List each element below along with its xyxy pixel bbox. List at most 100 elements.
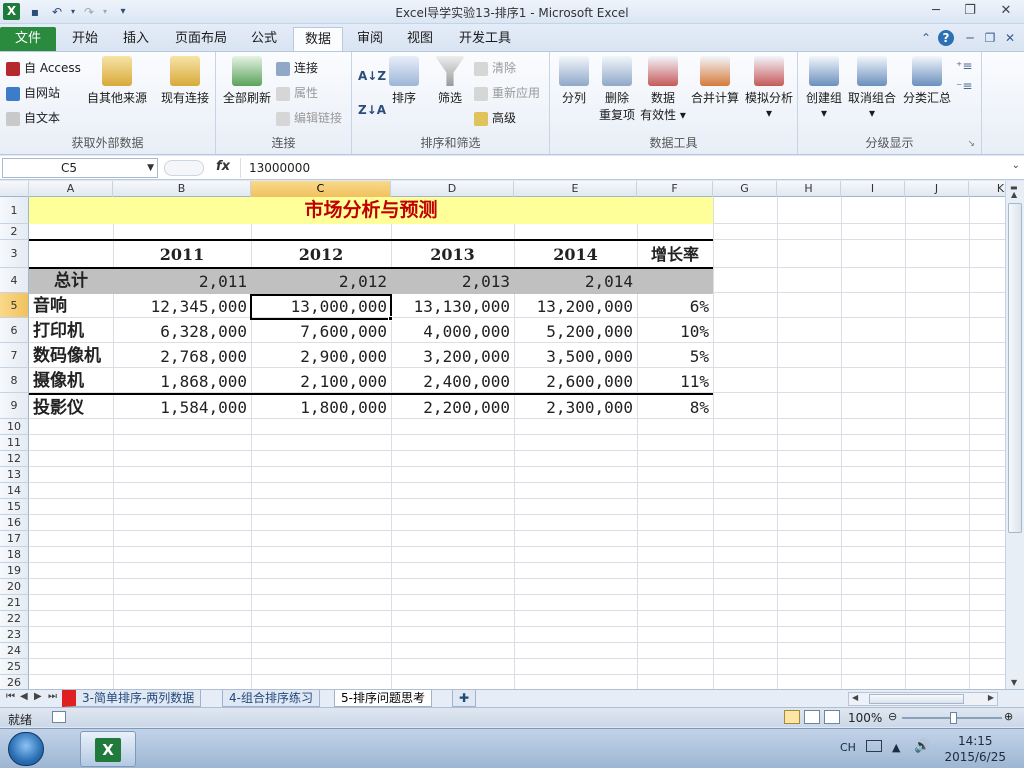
- growth-rate-cell[interactable]: 11%: [637, 369, 713, 394]
- system-clock[interactable]: 14:15 2015/6/25: [944, 733, 1006, 765]
- remove-duplicates-button[interactable]: 删除 重复项: [596, 56, 638, 123]
- show-hidden-icons-icon[interactable]: ▲: [892, 741, 900, 754]
- year-header-2011[interactable]: 2011: [113, 241, 251, 268]
- dialog-launcher-icon[interactable]: ↘: [967, 139, 975, 149]
- workbook-minimize-icon[interactable]: ─: [962, 30, 978, 46]
- show-detail-icon[interactable]: ⁺≡: [956, 56, 972, 76]
- row-header[interactable]: 2: [0, 224, 29, 240]
- zoom-in-icon[interactable]: ⊕: [1004, 710, 1013, 723]
- row-header[interactable]: 11: [0, 435, 29, 451]
- formula-input[interactable]: 13000000: [240, 158, 1004, 178]
- tab-data[interactable]: 数据: [293, 27, 343, 52]
- tab-insert[interactable]: 插入: [112, 27, 160, 51]
- row-header[interactable]: 10: [0, 419, 29, 435]
- reapply-button[interactable]: 重新应用: [474, 83, 540, 103]
- sales-value-cell[interactable]: 1,800,000: [251, 395, 391, 421]
- row-header[interactable]: 26: [0, 675, 29, 689]
- column-header-i[interactable]: I: [841, 181, 905, 197]
- vertical-scroll-thumb[interactable]: [1008, 203, 1022, 533]
- sales-value-cell[interactable]: 5,200,000: [514, 319, 637, 344]
- row-header[interactable]: 4: [0, 268, 29, 293]
- sales-value-cell[interactable]: 7,600,000: [251, 319, 391, 344]
- row-header[interactable]: 24: [0, 643, 29, 659]
- sales-value-cell[interactable]: 2,768,000: [113, 344, 251, 369]
- sales-value-cell[interactable]: 1,868,000: [113, 369, 251, 394]
- clear-filter-button[interactable]: 清除: [474, 58, 516, 78]
- from-web-button[interactable]: 自网站: [6, 83, 60, 103]
- total-2011[interactable]: 2,011: [113, 269, 251, 294]
- collapse-ribbon-icon[interactable]: ⌃: [918, 30, 934, 46]
- row-header[interactable]: 6: [0, 318, 29, 343]
- from-access-button[interactable]: 自 Access: [6, 58, 81, 78]
- formula-bar-handle[interactable]: [164, 160, 204, 176]
- row-header[interactable]: 22: [0, 611, 29, 627]
- sort-ascending-button[interactable]: A↓Z: [358, 66, 386, 86]
- language-indicator[interactable]: CH: [840, 741, 856, 754]
- total-2012[interactable]: 2,012: [251, 269, 391, 294]
- edit-links-button[interactable]: 编辑链接: [276, 108, 342, 128]
- year-header-2014[interactable]: 2014: [514, 241, 637, 268]
- advanced-filter-button[interactable]: 高级: [474, 108, 516, 128]
- vertical-scrollbar[interactable]: ▬ ▲ ▼: [1005, 181, 1024, 689]
- name-box[interactable]: C5 ▼: [2, 158, 158, 178]
- hide-detail-icon[interactable]: ⁻≡: [956, 76, 972, 96]
- maximize-button[interactable]: ❐: [956, 2, 984, 20]
- column-header-a[interactable]: A: [29, 181, 113, 197]
- product-label[interactable]: 数码像机: [29, 344, 113, 369]
- sales-value-cell[interactable]: 13,200,000: [514, 294, 637, 319]
- row-header[interactable]: 3: [0, 240, 29, 268]
- sales-value-cell[interactable]: 2,400,000: [391, 369, 514, 394]
- horizontal-scrollbar[interactable]: ◀ ▶: [848, 692, 998, 706]
- column-header-b[interactable]: B: [113, 181, 251, 197]
- sales-value-cell[interactable]: 12,345,000: [113, 294, 251, 319]
- consolidate-button[interactable]: 合并计算: [688, 56, 742, 106]
- macro-record-icon[interactable]: [52, 711, 66, 723]
- total-2014[interactable]: 2,014: [514, 269, 637, 294]
- scroll-up-icon[interactable]: ▲: [1011, 190, 1017, 199]
- column-header-g[interactable]: G: [713, 181, 777, 197]
- keyboard-icon[interactable]: [866, 740, 882, 752]
- total-label[interactable]: 总计: [29, 269, 113, 294]
- row-header[interactable]: 16: [0, 515, 29, 531]
- next-sheet-icon[interactable]: ▶: [34, 691, 42, 702]
- sales-value-cell[interactable]: 4,000,000: [391, 319, 514, 344]
- page-break-view-icon[interactable]: [824, 710, 840, 724]
- sheet-tab-3[interactable]: 3-简单排序-两列数据: [62, 690, 202, 707]
- select-all-corner[interactable]: [0, 181, 29, 197]
- tab-file[interactable]: 文件: [0, 27, 56, 51]
- subtotal-button[interactable]: 分类汇总: [900, 56, 954, 106]
- growth-header[interactable]: 增长率: [637, 241, 713, 268]
- sales-value-cell[interactable]: 3,200,000: [391, 344, 514, 369]
- row-header[interactable]: 17: [0, 531, 29, 547]
- product-label[interactable]: 摄像机: [29, 369, 113, 394]
- column-header-e[interactable]: E: [514, 181, 637, 197]
- growth-rate-cell[interactable]: 6%: [637, 294, 713, 319]
- row-header[interactable]: 1: [0, 197, 29, 224]
- active-cell[interactable]: [250, 294, 392, 320]
- start-button[interactable]: [8, 732, 44, 766]
- name-box-dropdown-icon[interactable]: ▼: [147, 159, 154, 177]
- sales-value-cell[interactable]: 3,500,000: [514, 344, 637, 369]
- product-label[interactable]: 打印机: [29, 319, 113, 344]
- zoom-slider-knob[interactable]: [950, 712, 957, 724]
- group-button[interactable]: 创建组 ▾: [804, 56, 844, 120]
- scroll-right-icon[interactable]: ▶: [988, 693, 994, 702]
- existing-connections-button[interactable]: 现有连接: [158, 56, 212, 106]
- taskbar-excel-button[interactable]: X: [80, 731, 136, 767]
- sheet-tab-4[interactable]: 4-组合排序练习: [222, 690, 320, 707]
- column-header-h[interactable]: H: [777, 181, 841, 197]
- workbook-restore-icon[interactable]: ❐: [982, 30, 998, 46]
- product-label[interactable]: 投影仪: [29, 395, 113, 421]
- text-to-columns-button[interactable]: 分列: [556, 56, 592, 106]
- row-header[interactable]: 20: [0, 579, 29, 595]
- sales-value-cell[interactable]: 13,130,000: [391, 294, 514, 319]
- workbook-close-icon[interactable]: ✕: [1002, 30, 1018, 46]
- tab-view[interactable]: 视图: [396, 27, 444, 51]
- row-header[interactable]: 12: [0, 451, 29, 467]
- worksheet-grid[interactable]: A B C D E F G H I J K 1 2 3 4 5 6 7 8 9 10 11 12 13 1…: [0, 181, 1005, 689]
- fill-handle[interactable]: [388, 316, 393, 321]
- sales-value-cell[interactable]: 2,600,000: [514, 369, 637, 394]
- sort-descending-button[interactable]: Z↓A: [358, 100, 386, 120]
- row-header[interactable]: 8: [0, 368, 29, 393]
- close-button[interactable]: ✕: [992, 2, 1020, 20]
